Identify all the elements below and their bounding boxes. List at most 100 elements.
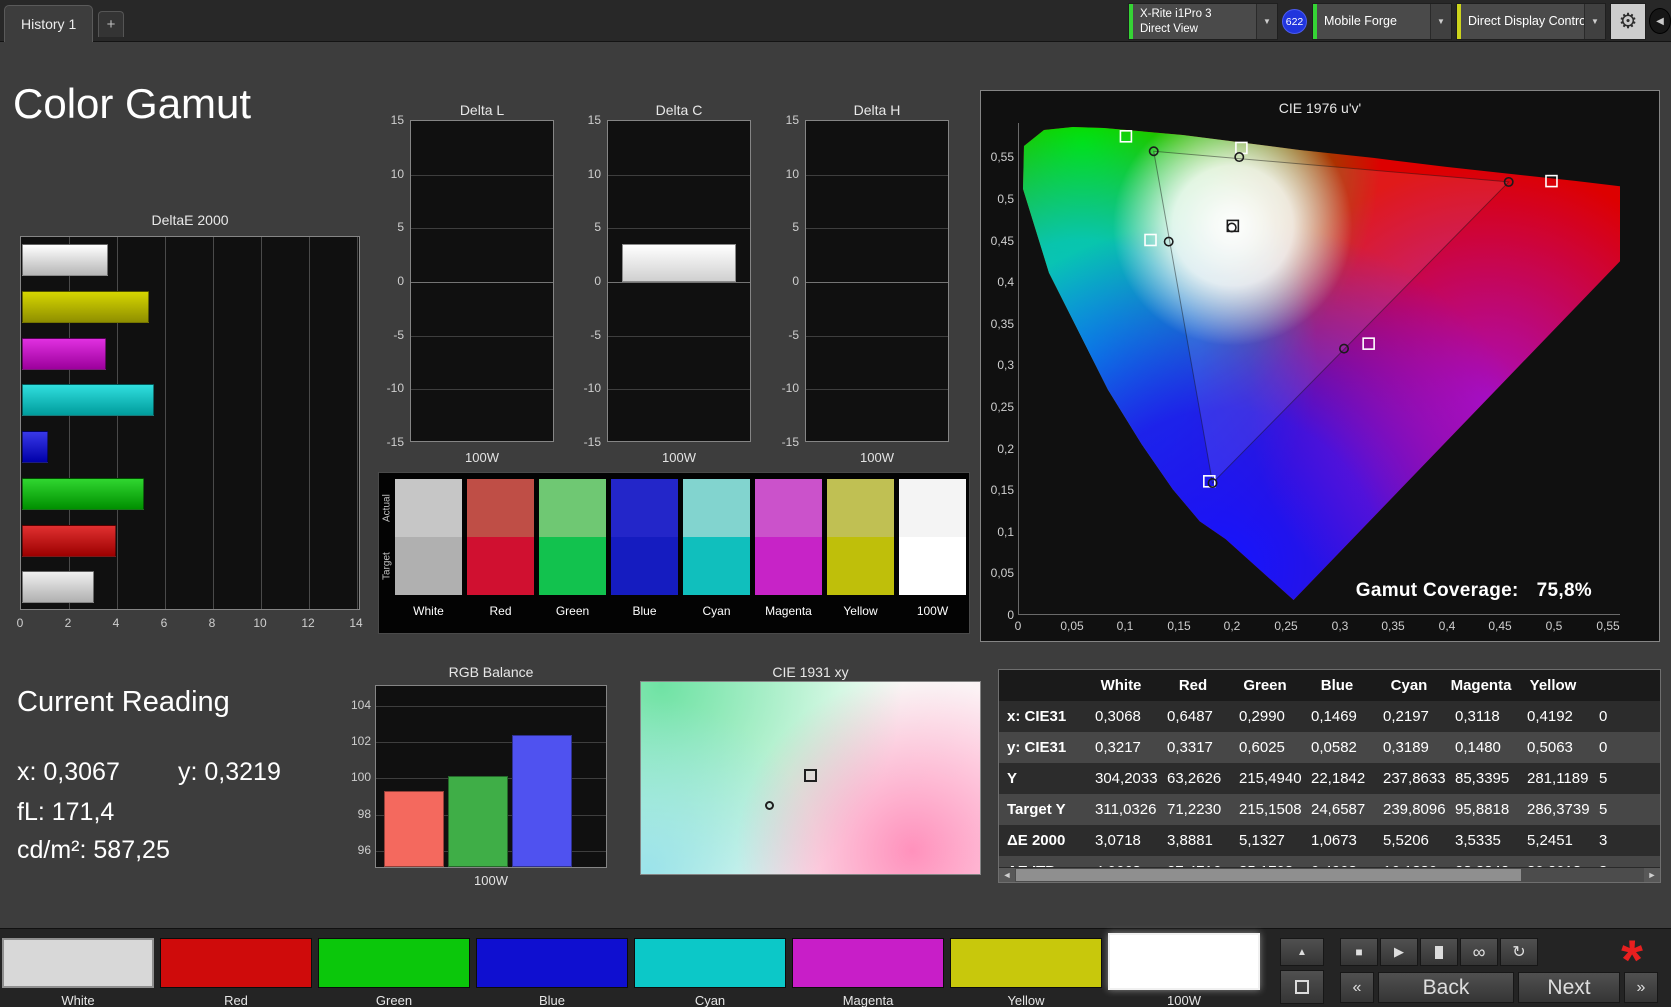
swatch-label: Magenta <box>765 604 812 618</box>
reading-x: x: 0,3067 <box>17 758 120 786</box>
square-icon <box>1295 980 1309 994</box>
table-scrollbar[interactable]: ◄ ► <box>999 867 1660 882</box>
table-cell: 237,8633 <box>1383 770 1446 787</box>
deltae-bar-magenta <box>22 338 106 370</box>
patch-label-white: White <box>61 993 95 1007</box>
cie-xtick: 0,1 <box>1116 619 1134 633</box>
table-cell: 0,3189 <box>1383 739 1429 756</box>
source-name: Mobile Forge <box>1324 13 1397 28</box>
deltae-gridline <box>213 237 214 609</box>
collapse-panel-button[interactable]: ◀ <box>1649 8 1671 34</box>
table-cell: 3,0718 <box>1095 832 1141 849</box>
delta-l-gridline <box>411 282 553 283</box>
meter-name: X-Rite i1Pro 3 <box>1140 8 1212 21</box>
cie-xtick: 0,3 <box>1331 619 1349 633</box>
patch-label-red: Red <box>224 993 248 1007</box>
table-row: y: CIE31 0,3217 0,3317 0,6025 0,0582 0,3189 0,… <box>999 732 1660 763</box>
play-button[interactable]: ▶ <box>1380 938 1418 966</box>
pause-icon <box>1435 945 1443 959</box>
delta-c-gridline <box>608 389 750 390</box>
cie1931-plot <box>640 681 981 875</box>
rgb-bar-blue <box>512 735 572 867</box>
delta-h-gridline <box>806 175 948 176</box>
back-button[interactable]: Back <box>1378 972 1514 1003</box>
gamut-coverage: Gamut Coverage: 75,8% <box>1356 580 1592 602</box>
swatch-target-yellow <box>827 537 894 595</box>
alert-asterisk-icon: * <box>1621 928 1643 991</box>
patch-white[interactable] <box>2 938 154 988</box>
pause-button[interactable] <box>1420 938 1458 966</box>
delta-h-ytick: -10 <box>781 381 799 395</box>
history-tab-label: History 1 <box>21 16 77 32</box>
meter-count-badge: 622 <box>1282 9 1307 34</box>
next-button[interactable]: Next <box>1518 972 1620 1003</box>
patch-label-100w: 100W <box>1167 993 1201 1007</box>
pattern-window-button[interactable] <box>1280 970 1324 1004</box>
swatch-label: Red <box>489 604 512 618</box>
deltae-axis: 0 2 4 6 8 10 12 14 <box>17 616 370 632</box>
patch-yellow[interactable] <box>950 938 1102 988</box>
add-tab-button[interactable]: + <box>98 11 124 37</box>
delta-l-gridline <box>411 175 553 176</box>
table-header-cell: Red <box>1178 677 1208 694</box>
table-cell: 5,5206 <box>1383 832 1429 849</box>
delta-h-plot <box>805 120 949 442</box>
delta-h-ytick: 0 <box>792 274 799 288</box>
delta-c-ytick: 0 <box>594 274 601 288</box>
stop-button[interactable]: ■ <box>1340 938 1378 966</box>
table-cell: 0,0582 <box>1311 739 1357 756</box>
delta-c-xlabel: 100W <box>662 450 696 465</box>
patch-magenta[interactable] <box>792 938 944 988</box>
cie1976-plot: Gamut Coverage: 75,8% <box>1018 123 1620 615</box>
pattern-up-button[interactable]: ▲ <box>1280 938 1324 966</box>
gamut-coverage-label: Gamut Coverage: <box>1355 580 1519 601</box>
delta-l-gridline <box>411 389 553 390</box>
patch-label-blue: Blue <box>538 993 566 1007</box>
patch-blue[interactable] <box>476 938 628 988</box>
patch-green[interactable] <box>318 938 470 988</box>
first-page-button[interactable]: « <box>1340 972 1374 1003</box>
scroll-right-icon[interactable]: ► <box>1644 868 1660 882</box>
cie-xtick: 0,15 <box>1167 619 1191 633</box>
back-label: Back <box>1422 975 1470 999</box>
source-dropdown[interactable]: Mobile Forge ▼ <box>1312 3 1452 40</box>
cie1976-panel: CIE 1976 u'v' Gamut Coverage: 75,8% 0 0,… <box>980 90 1660 642</box>
swatch-target-magenta <box>755 537 822 595</box>
repeat-button[interactable]: ↻ <box>1500 938 1538 966</box>
cie-ytick: 0,2 <box>997 442 1014 456</box>
deltae-gridline <box>357 237 358 609</box>
cie1931-measured-marker <box>764 800 774 810</box>
table-cell: 0,2197 <box>1383 708 1429 725</box>
reading-fl: fL: 171,4 <box>17 798 115 826</box>
table-cell: 0,3118 <box>1455 708 1500 725</box>
scroll-left-icon[interactable]: ◄ <box>999 868 1015 882</box>
patch-cyan[interactable] <box>634 938 786 988</box>
scroll-thumb[interactable] <box>1016 869 1521 881</box>
patch-red[interactable] <box>160 938 312 988</box>
patch-100w[interactable] <box>1108 933 1260 990</box>
last-page-button[interactable]: » <box>1624 972 1658 1003</box>
deltae-bar-white <box>22 244 108 276</box>
meter-dropdown[interactable]: X-Rite i1Pro 3 Direct View ▼ <box>1128 3 1278 40</box>
continuous-mode-button[interactable]: ∞ <box>1460 938 1498 966</box>
deltae-chart <box>20 236 360 610</box>
swatch-label: Blue <box>632 604 657 618</box>
settings-gear-button[interactable]: ⚙ <box>1610 3 1646 40</box>
delta-l-plot <box>410 120 554 442</box>
infinity-icon: ∞ <box>1472 941 1486 962</box>
history-tab[interactable]: History 1 <box>4 5 94 42</box>
patch-label-green: Green <box>375 993 413 1007</box>
table-cell: 311,0326 <box>1095 801 1157 818</box>
table-row: x: CIE31 0,3068 0,6487 0,2990 0,1469 0,2197 0,… <box>999 701 1660 732</box>
table-cell: 3,8881 <box>1167 832 1213 849</box>
rgb-gridline <box>376 706 606 707</box>
table-cell: 5 <box>1599 770 1608 787</box>
measurement-table: White Red Green Blue Cyan Magenta Yellow x: CIE… <box>998 669 1661 883</box>
delta-c-title: Delta C <box>655 102 703 118</box>
delta-c-ytick: -5 <box>590 328 601 342</box>
table-row-label: Y <box>1007 770 1018 787</box>
display-control-dropdown[interactable]: Direct Display Control ▼ <box>1456 3 1606 40</box>
swatch-target-red <box>467 537 534 595</box>
delta-h-ytick: -15 <box>781 435 799 449</box>
delta-h-title: Delta H <box>853 102 901 118</box>
